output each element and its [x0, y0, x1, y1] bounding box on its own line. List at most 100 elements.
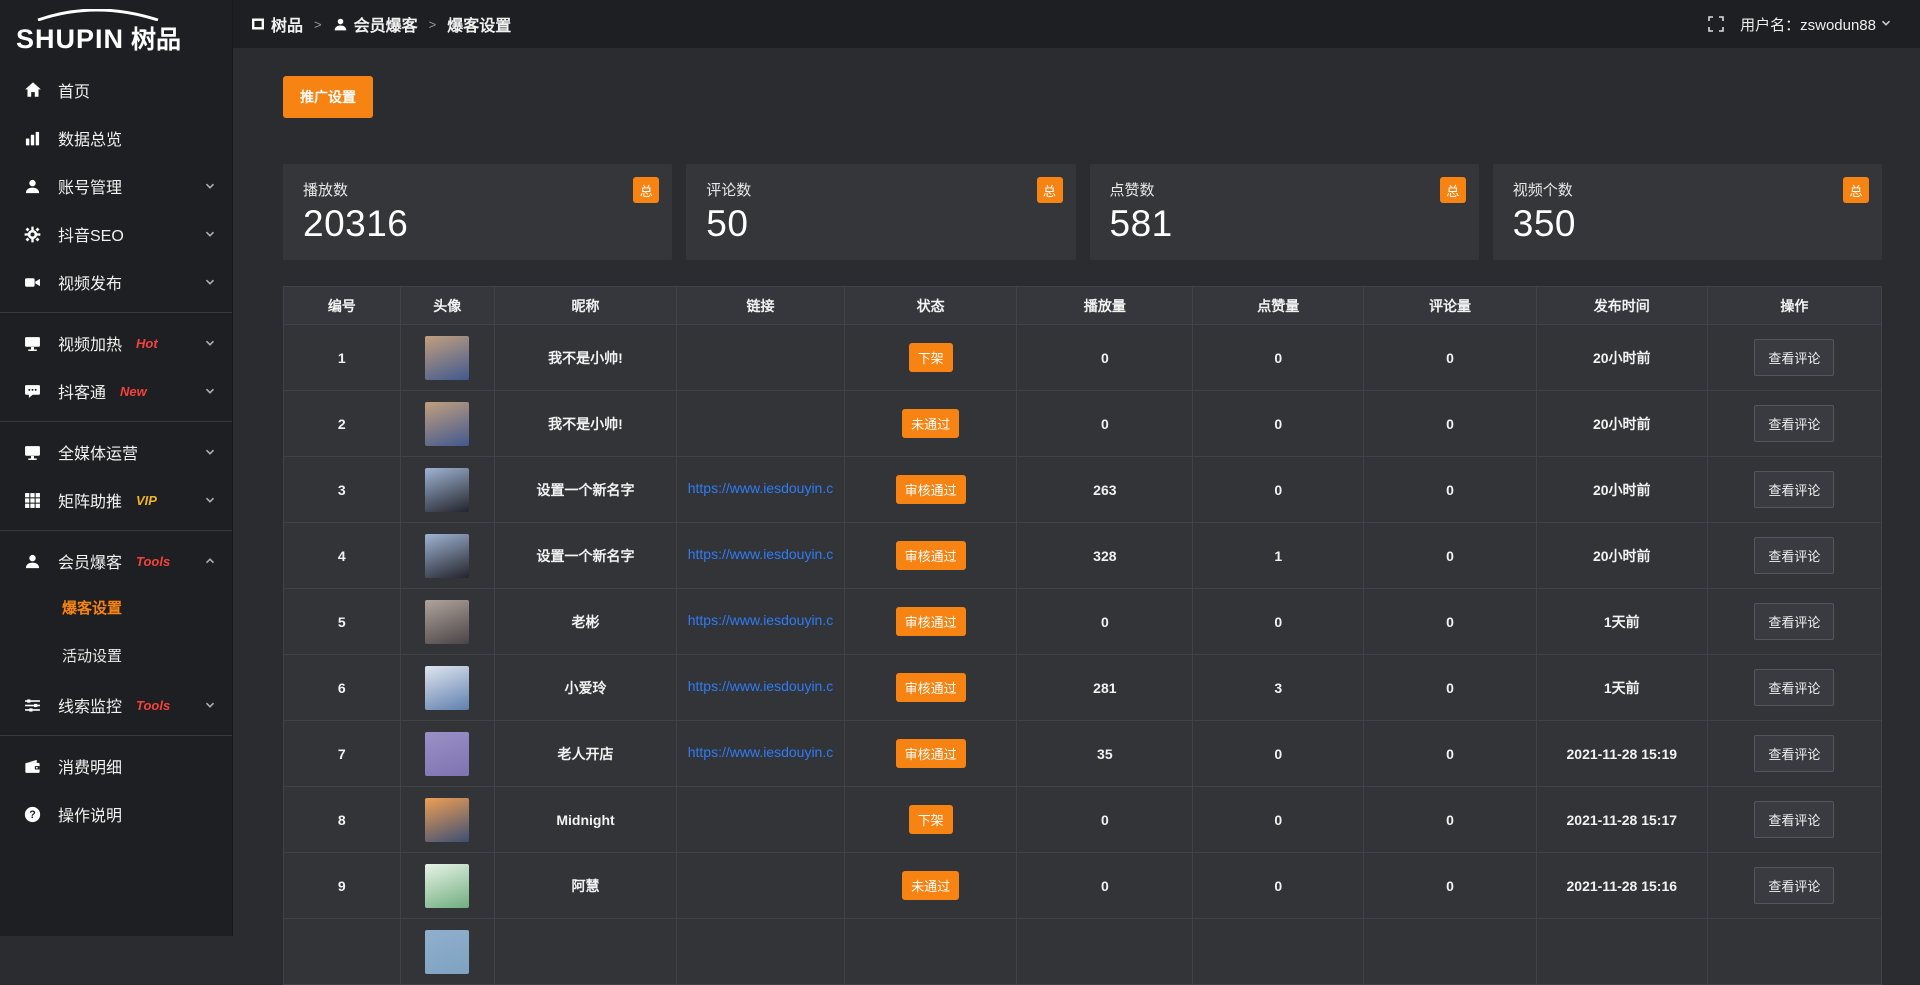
cell-plays: 35 [1017, 721, 1193, 787]
cell-avatar [400, 919, 494, 985]
sidebar-menu: 首页数据总览账号管理抖音SEO 视频发布视频加热 Hot 抖客通New 全媒体运营矩阵助… [0, 66, 232, 838]
cell-link: https://www.iesdouyin.c [677, 523, 845, 589]
avatar [425, 534, 469, 578]
username-dropdown[interactable]: 用户名：zswodun88 [1740, 14, 1892, 35]
monitor-icon [24, 335, 44, 352]
home-icon [24, 81, 44, 99]
sidebar-item-label: 抖音SEO [58, 222, 124, 246]
cell-status: 审核通过 [844, 457, 1017, 523]
view-comments-button[interactable]: 查看评论 [1754, 735, 1834, 772]
chevron-down-icon [204, 337, 216, 349]
chart-icon [24, 130, 44, 147]
sidebar-item-label: 视频加热 [58, 331, 122, 355]
sidebar-item[interactable]: 视频加热 Hot [0, 319, 232, 367]
video-link[interactable]: https://www.iesdouyin.c [688, 546, 834, 562]
status-badge: 下架 [909, 343, 953, 372]
promo-settings-button[interactable]: 推广设置 [283, 76, 373, 118]
sidebar-subitem[interactable]: 爆客设置 [0, 585, 232, 633]
stat-card-total-badge: 总 [1440, 177, 1466, 203]
logo[interactable]: SHUPIN 树品 [0, 0, 232, 66]
view-comments-button[interactable]: 查看评论 [1754, 471, 1834, 508]
sidebar-item[interactable]: 视频发布 [0, 258, 232, 306]
cell-comments: 0 [1364, 391, 1537, 457]
table-header-cell: 操作 [1707, 287, 1881, 325]
view-comments-button[interactable]: 查看评论 [1754, 405, 1834, 442]
cell-plays: 0 [1017, 787, 1193, 853]
cell-plays: 328 [1017, 523, 1193, 589]
cell-avatar [400, 721, 494, 787]
cell-time: 20小时前 [1536, 391, 1707, 457]
view-comments-button[interactable]: 查看评论 [1754, 669, 1834, 706]
cell-time: 2021-11-28 15:17 [1536, 787, 1707, 853]
video-link[interactable]: https://www.iesdouyin.c [688, 744, 834, 760]
stat-card-value: 20316 [303, 203, 652, 245]
cell-id: 2 [284, 391, 401, 457]
user-icon [24, 178, 44, 195]
video-link[interactable]: https://www.iesdouyin.c [688, 480, 834, 496]
topbar-right: 用户名：zswodun88 [1708, 14, 1892, 35]
sidebar-item[interactable]: 抖客通New [0, 367, 232, 415]
view-comments-button[interactable]: 查看评论 [1754, 603, 1834, 640]
view-comments-button[interactable]: 查看评论 [1754, 801, 1834, 838]
breadcrumb-label: 会员爆客 [354, 12, 418, 36]
cell-comments: 0 [1364, 457, 1537, 523]
sidebar-item[interactable]: 消费明细 [0, 742, 232, 790]
status-badge: 未通过 [902, 409, 959, 438]
cell-likes: 0 [1193, 391, 1364, 457]
table-header-cell: 播放量 [1017, 287, 1193, 325]
view-comments-button[interactable]: 查看评论 [1754, 867, 1834, 904]
gear-icon [24, 226, 44, 243]
breadcrumb-item[interactable]: 会员爆客 [333, 12, 418, 36]
cell-avatar [400, 655, 494, 721]
sidebar-subitem[interactable]: 活动设置 [0, 633, 232, 681]
topbar: 树品>会员爆客>爆客设置 用户名：zswodun88 [233, 0, 1920, 48]
cell-likes: 0 [1193, 853, 1364, 919]
fullscreen-button[interactable] [1708, 16, 1724, 32]
sidebar: SHUPIN 树品 首页数据总览账号管理抖音SEO 视频发布视频加热 Hot 抖客通N… [0, 0, 233, 936]
view-comments-button[interactable]: 查看评论 [1754, 537, 1834, 574]
screen-icon [24, 444, 44, 461]
stat-card-label: 点赞数 [1110, 179, 1459, 200]
sidebar-item[interactable]: ?操作说明 [0, 790, 232, 838]
sidebar-item[interactable]: 线索监控Tools [0, 681, 232, 729]
cell-avatar [400, 325, 494, 391]
content: 推广设置 播放数20316总评论数50总点赞数581总视频个数350总 编号头像… [233, 48, 1920, 985]
stat-card-value: 350 [1513, 203, 1862, 245]
chevron-down-icon [204, 276, 216, 288]
avatar [425, 600, 469, 644]
help-icon: ? [24, 806, 44, 823]
sidebar-item[interactable]: 矩阵助推VIP [0, 476, 232, 524]
breadcrumb-item[interactable]: 树品 [251, 12, 303, 36]
table-row: 3设置一个新名字https://www.iesdouyin.c审核通过26300… [284, 457, 1882, 523]
cell-nickname: 老人开店 [494, 721, 676, 787]
cell-likes [1193, 919, 1364, 985]
cell-likes: 0 [1193, 457, 1364, 523]
sidebar-item-tag: Hot [136, 336, 158, 351]
chevron-down-icon [204, 699, 216, 711]
cell-status: 审核通过 [844, 721, 1017, 787]
stat-card-total-badge: 总 [633, 177, 659, 203]
cell-comments: 0 [1364, 721, 1537, 787]
cell-comments: 0 [1364, 523, 1537, 589]
sidebar-item[interactable]: 会员爆客Tools [0, 537, 232, 585]
cell-link: https://www.iesdouyin.c [677, 721, 845, 787]
video-link[interactable]: https://www.iesdouyin.c [688, 612, 834, 628]
chevron-down-icon [1880, 16, 1892, 33]
breadcrumb-item[interactable]: 爆客设置 [447, 12, 511, 36]
view-comments-button[interactable]: 查看评论 [1754, 339, 1834, 376]
video-link[interactable]: https://www.iesdouyin.c [688, 678, 834, 694]
sidebar-item[interactable]: 抖音SEO [0, 210, 232, 258]
sidebar-item[interactable]: 首页 [0, 66, 232, 114]
cell-avatar [400, 787, 494, 853]
username-label: 用户名：zswodun88 [1740, 14, 1876, 35]
cell-link [677, 325, 845, 391]
cell-action: 查看评论 [1707, 853, 1881, 919]
sidebar-item[interactable]: 全媒体运营 [0, 428, 232, 476]
stat-card-label: 视频个数 [1513, 179, 1862, 200]
sidebar-item[interactable]: 账号管理 [0, 162, 232, 210]
sidebar-item[interactable]: 数据总览 [0, 114, 232, 162]
wallet-icon [24, 758, 44, 775]
sidebar-item-label: 账号管理 [58, 174, 122, 198]
cell-time [1536, 919, 1707, 985]
sidebar-divider [0, 312, 232, 313]
